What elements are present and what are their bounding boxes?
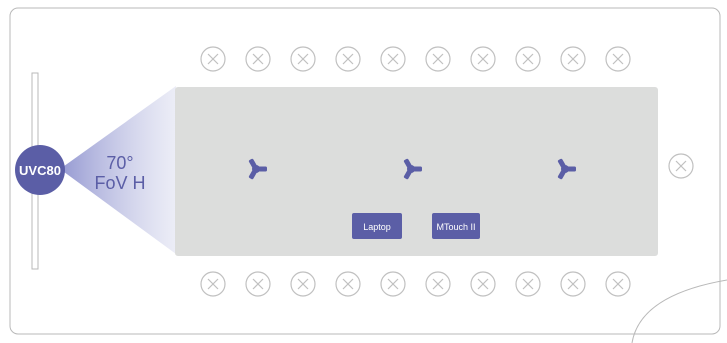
- room-layout-diagram: Laptop MTouch II 70° FoV H UVC80: [9, 7, 727, 343]
- chair-icon: [560, 46, 586, 72]
- mtouch-label: MTouch II: [436, 222, 475, 232]
- chair-icon: [335, 46, 361, 72]
- chair-icon: [605, 271, 631, 297]
- chair-icon: [560, 271, 586, 297]
- chair-icon: [245, 271, 271, 297]
- laptop-device: Laptop: [352, 213, 402, 239]
- chair-icon: [515, 46, 541, 72]
- mtouch-device: MTouch II: [432, 213, 480, 239]
- fov-angle-text: 70°: [106, 153, 133, 173]
- chair-icon: [290, 271, 316, 297]
- chair-icon: [200, 271, 226, 297]
- chair-icon: [515, 271, 541, 297]
- chair-icon: [380, 46, 406, 72]
- camera-label: UVC80: [19, 163, 61, 178]
- chair-icon: [605, 46, 631, 72]
- chair-end-icon: [668, 153, 694, 179]
- chair-icon: [470, 46, 496, 72]
- chair-icon: [425, 271, 451, 297]
- chair-icon: [200, 46, 226, 72]
- laptop-label: Laptop: [363, 222, 391, 232]
- chair-icon: [425, 46, 451, 72]
- chair-icon: [335, 271, 361, 297]
- chair-icon: [290, 46, 316, 72]
- chair-icon: [470, 271, 496, 297]
- fov-direction-text: FoV H: [94, 173, 145, 193]
- chair-icon: [245, 46, 271, 72]
- chair-icon: [380, 271, 406, 297]
